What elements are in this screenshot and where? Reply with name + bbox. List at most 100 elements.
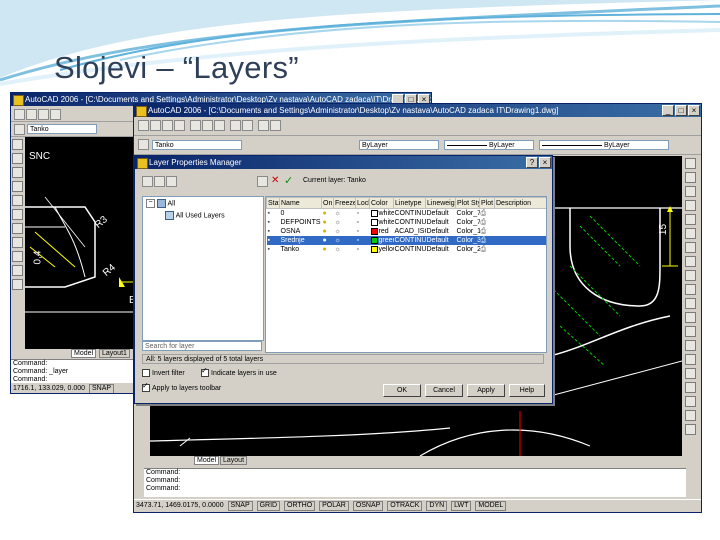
- move-tool-icon[interactable]: [685, 228, 696, 239]
- layer-lock-icon[interactable]: ▫: [356, 227, 370, 236]
- layer-row[interactable]: ▪Tanko ●☼▫ yellowCONTINUOUSDefault Color_2⎙: [267, 245, 547, 254]
- open-file-icon[interactable]: [150, 120, 161, 131]
- dialog-close-button[interactable]: ×: [539, 157, 551, 168]
- back-command-line[interactable]: Command: Command: _layer Command:: [11, 359, 141, 384]
- help-button[interactable]: Help: [509, 384, 545, 397]
- trim-tool-icon[interactable]: [685, 284, 696, 295]
- layer-plot-style[interactable]: Color_3: [455, 236, 480, 245]
- layer-on-icon[interactable]: ●: [321, 236, 334, 245]
- layer-row[interactable]: ▪0 ●☼▫ whiteCONTINUOUSDefault Color_7⎙: [267, 209, 547, 219]
- polyline-tool-icon[interactable]: [12, 153, 23, 164]
- group-filter-icon[interactable]: [154, 176, 165, 187]
- layer-lock-icon[interactable]: ▫: [356, 218, 370, 227]
- layer-lineweight[interactable]: Default: [426, 218, 456, 227]
- layer-row[interactable]: ▪DEFPOINTS●☼▫ whiteCONTINUOUSDefault Color…: [267, 218, 547, 227]
- layer-lineweight[interactable]: Default: [425, 236, 456, 245]
- apply-toolbar-checkbox[interactable]: Apply to layers toolbar: [142, 381, 221, 392]
- layer-plot-icon[interactable]: ⎙: [480, 245, 495, 254]
- indicate-layers-checkbox[interactable]: Indicate layers in use: [201, 366, 277, 377]
- layer-lineweight[interactable]: Default: [426, 209, 456, 219]
- layer-color[interactable]: green: [369, 236, 394, 245]
- delete-layer-icon[interactable]: ✕: [271, 175, 279, 186]
- back-layer-combo[interactable]: Tanko: [27, 124, 97, 134]
- new-filter-icon[interactable]: [142, 176, 153, 187]
- polar-toggle[interactable]: POLAR: [319, 501, 349, 511]
- erase-tool-icon[interactable]: [685, 158, 696, 169]
- front-lineweight-combo[interactable]: ByLayer: [539, 140, 669, 150]
- layer-on-icon[interactable]: ●: [322, 209, 334, 219]
- save-icon[interactable]: [162, 120, 173, 131]
- layer-plot-icon[interactable]: ⎙: [479, 236, 495, 245]
- layer-description[interactable]: [495, 218, 547, 227]
- col-description[interactable]: Description: [494, 197, 546, 209]
- layer-states-icon[interactable]: [166, 176, 177, 187]
- save-icon[interactable]: [38, 109, 49, 120]
- layer-name[interactable]: 0: [280, 209, 322, 219]
- layer-name[interactable]: DEFPOINTS: [280, 218, 322, 227]
- front-color-combo[interactable]: ByLayer: [359, 140, 439, 150]
- front-command-line[interactable]: Command: Command: Command:: [144, 468, 686, 497]
- offset-tool-icon[interactable]: [685, 200, 696, 211]
- join-tool-icon[interactable]: [685, 326, 696, 337]
- layers-manager-icon[interactable]: [14, 124, 25, 135]
- layer-name[interactable]: Tanko: [280, 245, 322, 254]
- arc-tool-icon[interactable]: [12, 195, 23, 206]
- layer-row[interactable]: ▪Srednje ●☼▫ greenCONTINUOUSDefault Color_3…: [266, 236, 546, 245]
- layers-manager-icon[interactable]: [138, 139, 149, 150]
- redo-icon[interactable]: [242, 120, 253, 131]
- col-on[interactable]: On: [321, 197, 334, 209]
- layer-description[interactable]: [495, 245, 547, 254]
- mirror-tool-icon[interactable]: [685, 186, 696, 197]
- back-tab-layout[interactable]: Layout1: [99, 349, 130, 358]
- layer-plot-style[interactable]: Color_1: [456, 227, 480, 236]
- layer-status-icon[interactable]: ▪: [267, 209, 280, 219]
- col-freeze[interactable]: Freeze: [333, 197, 356, 209]
- checkbox-box[interactable]: [201, 366, 209, 377]
- front-window-titlebar[interactable]: AutoCAD 2006 - [C:\Documents and Setting…: [134, 104, 701, 117]
- layer-lock-icon[interactable]: ▫: [356, 245, 370, 254]
- layer-linetype[interactable]: CONTINUOUS: [394, 218, 426, 227]
- osnap-toggle[interactable]: OSNAP: [352, 501, 384, 511]
- layer-freeze-icon[interactable]: ☼: [333, 236, 356, 245]
- layer-row[interactable]: ▪OSNA ●☼▫ red ACAD_ISODefault Color_1⎙: [267, 227, 547, 236]
- model-toggle[interactable]: MODEL: [475, 501, 507, 511]
- dist-tool-icon[interactable]: [685, 410, 696, 421]
- scale-tool-icon[interactable]: [685, 256, 696, 267]
- col-stat[interactable]: Stat: [266, 197, 280, 209]
- copy-icon[interactable]: [202, 120, 213, 131]
- back-snap-toggle[interactable]: SNAP: [88, 384, 115, 393]
- close-button[interactable]: ×: [688, 105, 700, 116]
- layer-plot-style[interactable]: Color_7: [456, 209, 480, 219]
- layer-linetype[interactable]: CONTINUOUS: [394, 245, 426, 254]
- break-tool-icon[interactable]: [685, 312, 696, 323]
- array-tool-icon[interactable]: [685, 214, 696, 225]
- new-file-icon[interactable]: [14, 109, 25, 120]
- layer-color[interactable]: white: [370, 209, 394, 219]
- search-input[interactable]: Search for layer: [142, 341, 262, 351]
- layer-freeze-icon[interactable]: ☼: [334, 218, 356, 227]
- layer-on-icon[interactable]: ●: [322, 245, 334, 254]
- copy-tool-icon[interactable]: [685, 172, 696, 183]
- layer-plot-style[interactable]: Color_2: [456, 245, 480, 254]
- layer-lineweight[interactable]: Default: [426, 227, 456, 236]
- col-lock[interactable]: Lock: [355, 197, 370, 209]
- front-tab-layout[interactable]: Layout: [220, 456, 248, 465]
- tree-collapse-icon[interactable]: −: [146, 199, 155, 208]
- layer-name[interactable]: Srednje: [279, 236, 322, 245]
- layer-description[interactable]: [495, 209, 547, 219]
- layer-on-icon[interactable]: ●: [322, 218, 334, 227]
- front-tab-model[interactable]: Model: [194, 456, 220, 465]
- open-file-icon[interactable]: [26, 109, 37, 120]
- explode-tool-icon[interactable]: [685, 368, 696, 379]
- layer-name[interactable]: OSNA: [280, 227, 322, 236]
- invert-filter-checkbox[interactable]: Invert filter: [142, 369, 185, 377]
- layer-color[interactable]: yellow: [370, 245, 394, 254]
- layer-plot-icon[interactable]: ⎙: [480, 227, 495, 236]
- front-linetype-combo[interactable]: ByLayer: [444, 140, 534, 150]
- fillet-tool-icon[interactable]: [685, 354, 696, 365]
- col-plot[interactable]: Plot: [479, 197, 495, 209]
- dialog-titlebar[interactable]: Layer Properties Manager: [135, 156, 552, 169]
- layer-status-icon[interactable]: ▪: [266, 236, 280, 245]
- otrack-toggle[interactable]: OTRACK: [387, 501, 423, 511]
- area-tool-icon[interactable]: [685, 424, 696, 435]
